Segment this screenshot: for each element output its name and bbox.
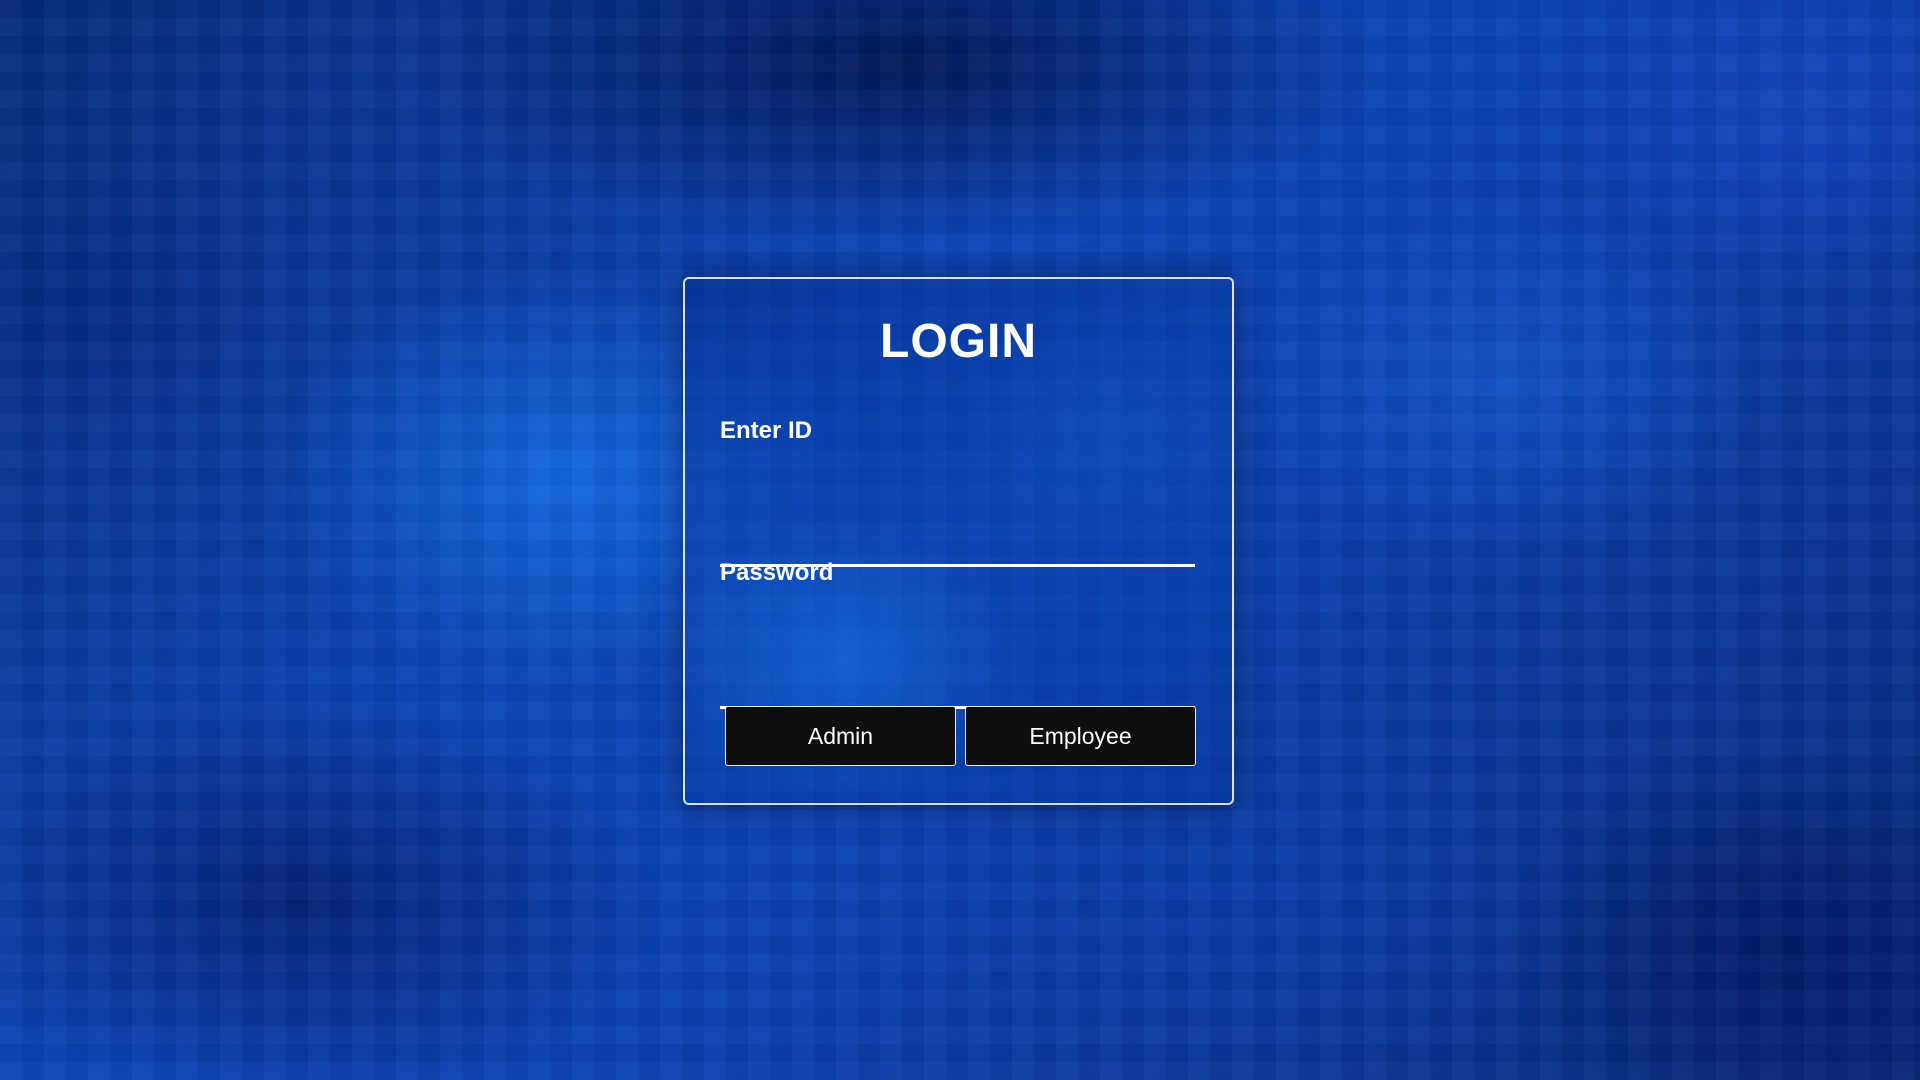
login-card: LOGIN Enter ID Password Admin Employee: [683, 277, 1234, 805]
login-title: LOGIN: [880, 315, 1037, 368]
password-input[interactable]: [720, 665, 1195, 709]
id-label: Enter ID: [720, 417, 813, 444]
password-label: Password: [720, 559, 834, 586]
admin-button[interactable]: Admin: [725, 706, 956, 766]
employee-button[interactable]: Employee: [965, 706, 1196, 766]
